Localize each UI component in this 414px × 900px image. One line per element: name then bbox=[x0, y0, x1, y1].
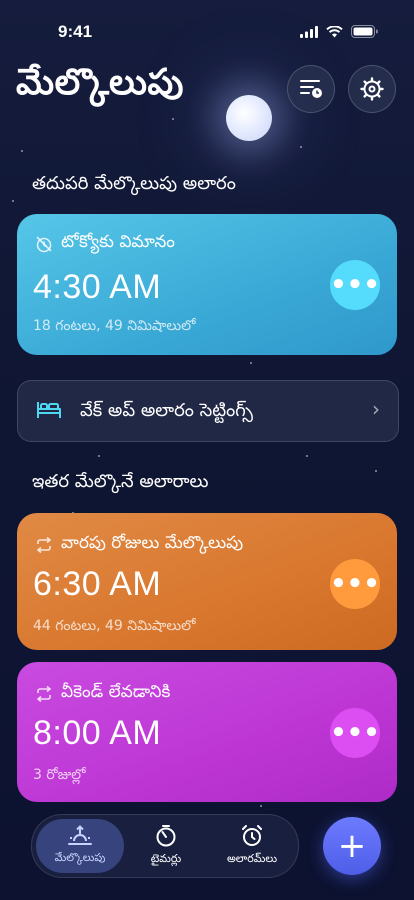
add-alarm-button[interactable]: + bbox=[323, 817, 381, 875]
alarm-card[interactable]: వారపు రోజులు మేల్కొలుపు 6:30 AM 44 గంటలు… bbox=[17, 513, 397, 650]
tab-label: టైమర్లు bbox=[150, 852, 182, 865]
signal-icon bbox=[300, 25, 318, 38]
more-icon: ••• bbox=[330, 718, 380, 748]
wake-alarm-settings-row[interactable]: వేక్ అప్ అలారం సెట్టింగ్స్ › bbox=[17, 380, 399, 442]
alarm-label-row: టోక్యోకు విమానం bbox=[35, 232, 175, 256]
tab-label: అలారమ్‌లు bbox=[226, 852, 278, 865]
alarm-more-button[interactable]: ••• bbox=[330, 559, 380, 609]
alarm-clock-icon bbox=[242, 825, 262, 846]
plus-icon: + bbox=[337, 826, 367, 866]
alarm-off-icon bbox=[36, 236, 52, 253]
tab-alarms[interactable]: అలారమ్‌లు bbox=[208, 819, 296, 873]
next-alarm-card[interactable]: టోక్యోకు విమానం 4:30 AM 18 గంటలు, 49 నిమ… bbox=[17, 214, 397, 355]
tab-timers[interactable]: టైమర్లు bbox=[122, 819, 210, 873]
star bbox=[21, 150, 23, 152]
other-alarms-section-title: ఇతర మేల్కొనే అలారాలు bbox=[32, 471, 209, 492]
wake-settings-label: వేక్ అప్ అలారం సెట్టింగ్స్ bbox=[80, 400, 253, 421]
moon bbox=[226, 95, 272, 141]
alarm-time: 6:30 AM bbox=[33, 565, 162, 603]
status-bar: 9:41 bbox=[0, 0, 414, 54]
tab-wakeup[interactable]: మేల్కొలుపు bbox=[36, 819, 124, 873]
tab-bar: మేల్కొలుపు టైమర్లు అలారమ్‌లు bbox=[31, 814, 299, 878]
page-title: మేల్కొలుపు bbox=[16, 62, 184, 103]
timer-icon bbox=[156, 825, 176, 847]
alarm-label-row: వారపు రోజులు మేల్కొలుపు bbox=[35, 533, 243, 557]
more-icon: ••• bbox=[330, 569, 380, 599]
alarm-list-button[interactable] bbox=[287, 65, 335, 113]
alarm-label: టోక్యోకు విమానం bbox=[61, 232, 175, 252]
status-icons bbox=[300, 25, 378, 38]
alarm-list-icon bbox=[300, 80, 322, 98]
battery-icon bbox=[351, 25, 378, 38]
alarm-time: 8:00 AM bbox=[33, 714, 162, 752]
bed-icon bbox=[37, 402, 61, 418]
alarm-label: వారపు రోజులు మేల్కొలుపు bbox=[61, 533, 244, 553]
alarm-remaining: 44 గంటలు, 49 నిమిషాలులో bbox=[33, 618, 196, 634]
alarm-time: 4:30 AM bbox=[33, 268, 162, 306]
star bbox=[306, 455, 308, 457]
chevron-right-icon: › bbox=[372, 397, 380, 421]
next-alarm-section-title: తదుపరి మేల్కొలుపు అలారం bbox=[32, 173, 236, 194]
star bbox=[260, 805, 262, 807]
tab-label: మేల్కొలుపు bbox=[54, 851, 106, 864]
alarm-remaining: 18 గంటలు, 49 నిమిషాలులో bbox=[33, 318, 196, 334]
alarm-label-row: వీకెండ్ లేవడానికి bbox=[35, 682, 170, 706]
alarm-label: వీకెండ్ లేవడానికి bbox=[61, 682, 171, 702]
star bbox=[98, 455, 100, 457]
more-icon: ••• bbox=[330, 270, 380, 300]
star bbox=[12, 200, 14, 202]
star bbox=[300, 146, 302, 148]
settings-gear-icon bbox=[360, 77, 384, 101]
alarm-more-button[interactable]: ••• bbox=[330, 708, 380, 758]
repeat-icon bbox=[36, 686, 52, 702]
wifi-icon bbox=[326, 25, 343, 37]
alarm-remaining: 3 రోజుల్లో bbox=[33, 767, 86, 783]
alarm-card[interactable]: వీకెండ్ లేవడానికి 8:00 AM 3 రోజుల్లో ••• bbox=[17, 662, 397, 802]
settings-button[interactable] bbox=[348, 65, 396, 113]
star bbox=[375, 470, 377, 472]
star bbox=[250, 362, 252, 364]
alarm-more-button[interactable]: ••• bbox=[330, 260, 380, 310]
sunrise-icon bbox=[68, 825, 92, 845]
status-time: 9:41 bbox=[58, 22, 93, 41]
star bbox=[172, 118, 174, 120]
repeat-icon bbox=[36, 537, 52, 553]
